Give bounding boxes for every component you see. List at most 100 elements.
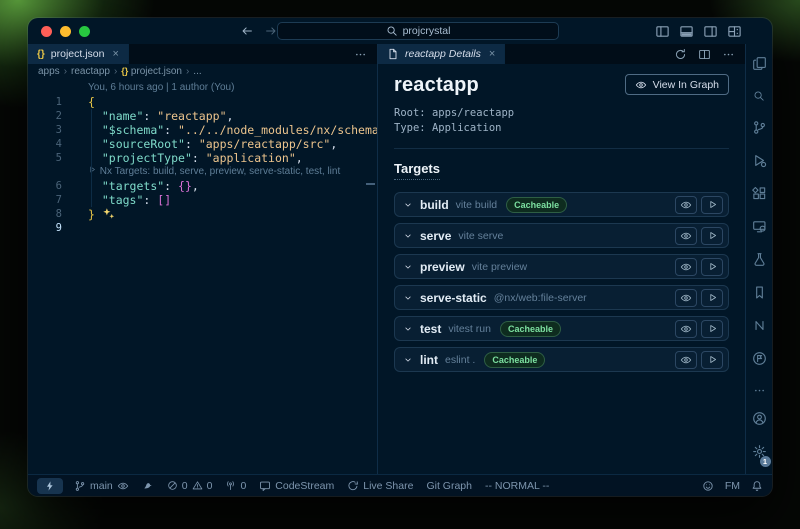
breadcrumb-item[interactable]: apps	[38, 66, 60, 77]
chevron-down-icon[interactable]	[403, 355, 413, 365]
activitybar-item-settings[interactable]: 1	[752, 444, 767, 464]
target-row-preview[interactable]: previewvite preview	[394, 254, 729, 279]
line-number: 6	[28, 179, 76, 193]
target-name: preview	[420, 260, 465, 274]
view-in-graph-button[interactable]: View In Graph	[625, 74, 729, 95]
status-ports[interactable]: 0	[225, 480, 246, 492]
target-row-serve[interactable]: servevite serve	[394, 223, 729, 248]
tab-reactapp-details[interactable]: reactapp Details ×	[378, 44, 505, 64]
codelens-play-icon[interactable]	[88, 165, 97, 174]
target-view-button[interactable]	[675, 196, 697, 214]
code-line[interactable]: 7 "tags": []	[28, 193, 377, 207]
close-tab-icon[interactable]: ×	[489, 48, 495, 60]
activitybar-item-testing[interactable]	[752, 252, 767, 272]
code-editor[interactable]: You, 6 hours ago | 1 author (You)1{2 "na…	[28, 79, 377, 474]
target-view-button[interactable]	[675, 227, 697, 245]
target-row-test[interactable]: testvitest runCacheable	[394, 316, 729, 341]
view-in-graph-label: View In Graph	[653, 79, 719, 91]
nav-forward-icon[interactable]	[264, 24, 278, 38]
target-name: serve	[420, 229, 451, 243]
more-actions-icon[interactable]	[354, 48, 367, 61]
code-line[interactable]: 3 "$schema": "../../node_modules/nx/sche…	[28, 123, 377, 137]
breadcrumb-item[interactable]: reactapp	[71, 66, 110, 77]
target-row-lint[interactable]: linteslint .Cacheable	[394, 347, 729, 372]
activitybar-item-search[interactable]	[753, 89, 765, 107]
status-codestream[interactable]: CodeStream	[259, 480, 334, 492]
status-git-branch[interactable]: main	[74, 480, 129, 492]
status-fm[interactable]: FM	[725, 480, 740, 492]
code-line[interactable]: 6 "targets": {},	[28, 179, 377, 193]
breadcrumb-item[interactable]: ...	[193, 66, 201, 77]
toggle-panel-icon[interactable]	[679, 24, 694, 39]
activitybar-item-account[interactable]	[752, 411, 767, 431]
activitybar-item-remote-explorer[interactable]	[752, 219, 767, 239]
status-vim-mode[interactable]: -- NORMAL --	[485, 480, 549, 492]
indent-guide	[91, 109, 92, 207]
toggle-sidebar-icon[interactable]	[655, 24, 670, 39]
status-notifications[interactable]	[751, 480, 763, 492]
status-feedback[interactable]	[702, 480, 714, 492]
activitybar-item-nx-console[interactable]	[752, 318, 767, 338]
target-view-button[interactable]	[675, 320, 697, 338]
status-live-share[interactable]: Live Share	[347, 480, 413, 492]
target-view-button[interactable]	[675, 351, 697, 369]
code-line[interactable]: 5 "projectType": "application",	[28, 151, 377, 165]
codelens-text[interactable]: You, 6 hours ago | 1 author (You)	[76, 81, 234, 95]
toggle-secondary-sidebar-icon[interactable]	[703, 24, 718, 39]
line-number: 3	[28, 123, 76, 137]
target-run-button[interactable]	[701, 351, 723, 369]
right-tab-bar: reactapp Details ×	[378, 44, 745, 64]
code-line[interactable]: 9	[28, 221, 377, 235]
target-run-button[interactable]	[701, 196, 723, 214]
close-window-button[interactable]	[41, 26, 52, 37]
customize-layout-icon[interactable]	[727, 24, 742, 39]
activitybar-item-bookmarks[interactable]	[752, 285, 767, 305]
more-actions-icon[interactable]	[722, 48, 735, 61]
activitybar-item-run-debug[interactable]	[752, 153, 767, 173]
nav-back-icon[interactable]	[240, 24, 254, 38]
status-bird[interactable]	[142, 480, 154, 492]
chevron-down-icon[interactable]	[403, 293, 413, 303]
activitybar-item-pending[interactable]	[752, 351, 767, 371]
codelens-row[interactable]: Nx Targets: build, serve, preview, serve…	[28, 165, 377, 179]
status-git-graph[interactable]: Git Graph	[426, 480, 472, 492]
status-text: Git Graph	[426, 480, 472, 492]
target-row-build[interactable]: buildvite buildCacheable	[394, 192, 729, 217]
code-line[interactable]: 8}	[28, 207, 377, 221]
split-editor-icon[interactable]	[698, 48, 711, 61]
branch-icon	[74, 480, 86, 492]
chevron-down-icon[interactable]	[403, 200, 413, 210]
activitybar-item-extensions[interactable]	[752, 186, 767, 206]
command-center-search[interactable]: projcrystal	[277, 22, 559, 40]
close-tab-icon[interactable]: ×	[113, 48, 119, 60]
codelens-row[interactable]: You, 6 hours ago | 1 author (You)	[28, 81, 377, 95]
code-line[interactable]: 4 "sourceRoot": "apps/reactapp/src",	[28, 137, 377, 151]
minimize-window-button[interactable]	[60, 26, 71, 37]
chevron-down-icon[interactable]	[403, 324, 413, 334]
status-remote[interactable]	[37, 478, 63, 494]
tab-project-json[interactable]: {} project.json ×	[28, 44, 129, 64]
activitybar-item-explorer[interactable]	[752, 56, 767, 76]
target-run-button[interactable]	[701, 258, 723, 276]
target-run-button[interactable]	[701, 289, 723, 307]
target-run-button[interactable]	[701, 227, 723, 245]
target-run-button[interactable]	[701, 320, 723, 338]
codelens-text[interactable]: Nx Targets: build, serve, preview, serve…	[76, 165, 340, 179]
zoom-window-button[interactable]	[79, 26, 90, 37]
activitybar-item-source-control[interactable]	[752, 120, 767, 140]
refresh-icon[interactable]	[674, 48, 687, 61]
code-line[interactable]: 1{	[28, 95, 377, 109]
breadcrumb-item[interactable]: {} project.json	[121, 66, 182, 77]
chevron-down-icon[interactable]	[403, 262, 413, 272]
target-view-button[interactable]	[675, 258, 697, 276]
file-icon	[387, 48, 399, 60]
chevron-down-icon[interactable]	[403, 231, 413, 241]
target-view-button[interactable]	[675, 289, 697, 307]
status-problems[interactable]: 00	[167, 480, 213, 492]
code-line[interactable]: 2 "name": "reactapp",	[28, 109, 377, 123]
target-row-serve-static[interactable]: serve-static@nx/web:file-server	[394, 285, 729, 310]
bird-icon	[142, 480, 154, 492]
traffic-lights	[28, 26, 90, 37]
activitybar-item-more[interactable]	[753, 384, 766, 402]
status-bar: main000CodeStreamLive ShareGit Graph-- N…	[28, 474, 772, 496]
